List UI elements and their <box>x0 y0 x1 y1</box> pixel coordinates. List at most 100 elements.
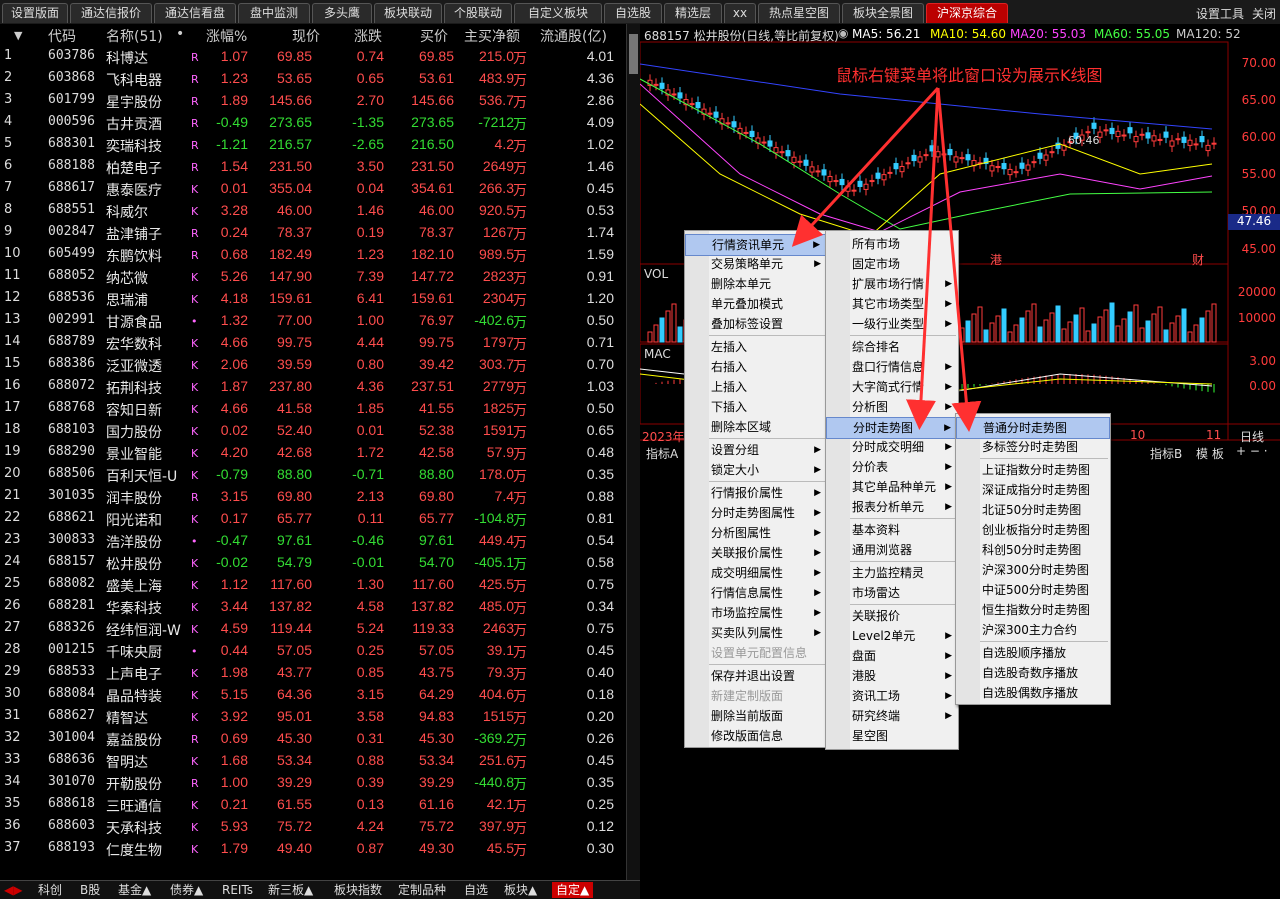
tab-intraday-monitor[interactable]: 盘中监测 <box>238 3 310 23</box>
zoom-controls[interactable]: + − · <box>1236 444 1268 458</box>
menu3-item[interactable]: 中证500分时走势图 <box>956 580 1110 600</box>
btab-custom-product[interactable]: 定制品种 <box>398 882 446 898</box>
table-row[interactable]: 20 688506 百利天恒-U K -0.79 88.80 -0.71 88.80 178.0… <box>0 464 626 486</box>
table-row[interactable]: 30 688084 晶品特装 K 5.15 64.36 3.15 64.29 404.6 万 0.1… <box>0 684 626 706</box>
scroll-thumb[interactable] <box>629 34 638 74</box>
menu1-item[interactable]: 右插入 <box>685 357 827 377</box>
indicator-a-button[interactable]: 指标A <box>646 445 678 462</box>
col-code[interactable]: 代码 <box>48 26 76 46</box>
table-row[interactable]: 8 688551 科威尔 K 3.28 46.00 1.46 46.00 920.5 万 0.53 <box>0 200 626 222</box>
menu2-item[interactable]: 分价表 ▶ <box>826 457 958 477</box>
menu2-item[interactable]: 研究终端 ▶ <box>826 706 958 726</box>
menu1-item[interactable]: 删除当前版面 <box>685 706 827 726</box>
table-row[interactable]: 1 603786 科博达 R 1.07 69.85 0.74 69.85 215.0 万 4.01 <box>0 46 626 68</box>
col-net[interactable]: 主买净额 <box>464 26 520 46</box>
menu2-item[interactable]: 所有市场 <box>826 234 958 254</box>
menu1-item[interactable]: 单元叠加模式 <box>685 294 827 314</box>
menu2-item[interactable]: 基本资料 <box>826 520 958 540</box>
menu2-item[interactable]: 一级行业类型 ▶ <box>826 314 958 334</box>
table-row[interactable]: 9 002847 盐津铺子 R 0.24 78.37 0.19 78.37 1267 万 1.74 <box>0 222 626 244</box>
menu1-item[interactable]: 下插入 <box>685 397 827 417</box>
menu1-item[interactable]: 新建定制版面 <box>685 686 827 706</box>
col-name[interactable]: 名称(51) <box>106 26 163 46</box>
btab-bshare[interactable]: B股 <box>80 882 100 898</box>
table-row[interactable]: 13 002991 甘源食品 • 1.32 77.00 1.00 76.97 -402.6 万 0.… <box>0 310 626 332</box>
menu1-item[interactable]: 删除本单元 <box>685 274 827 294</box>
menu1-item[interactable]: 设置单元配置信息 <box>685 643 827 663</box>
menu2-item[interactable]: 港股 ▶ <box>826 666 958 686</box>
col-float[interactable]: 流通股(亿) <box>540 26 607 46</box>
menu3-item[interactable]: 自选股顺序播放 <box>956 643 1110 663</box>
menu2-item[interactable]: 报表分析单元 ▶ <box>826 497 958 517</box>
menu1-item[interactable]: 左插入 <box>685 337 827 357</box>
table-row[interactable]: 17 688768 容知日新 K 4.66 41.58 1.85 41.55 1825 万 0.50 <box>0 398 626 420</box>
menu2-item[interactable]: 市场雷达 <box>826 583 958 603</box>
tab-sector-link[interactable]: 板块联动 <box>374 3 442 23</box>
table-row[interactable]: 4 000596 古井贡酒 R -0.49 273.65 -1.35 273.65 -7212 万… <box>0 112 626 134</box>
table-row[interactable]: 19 688290 景业智能 K 4.20 42.68 1.72 42.58 57.9 万 0.48 <box>0 442 626 464</box>
table-row[interactable]: 16 688072 拓荆科技 K 1.87 237.80 4.36 237.51 2779 万 1.… <box>0 376 626 398</box>
menu3-item[interactable]: 恒生指数分时走势图 <box>956 600 1110 620</box>
menu1-item[interactable]: 锁定大小 ▶ <box>685 460 827 480</box>
btab-bond[interactable]: 债券▲ <box>170 882 203 898</box>
table-row[interactable]: 26 688281 华秦科技 K 3.44 137.82 4.58 137.82 485.0 万 0… <box>0 596 626 618</box>
table-row[interactable]: 11 688052 纳芯微 K 5.26 147.90 7.39 147.72 2823 万 0.9… <box>0 266 626 288</box>
menu2-item[interactable]: 分时成交明细 ▶ <box>826 437 958 457</box>
table-scrollbar[interactable] <box>626 24 640 880</box>
table-row[interactable]: 35 688618 三旺通信 K 0.21 61.55 0.13 61.16 42.1 万 0.25 <box>0 794 626 816</box>
table-row[interactable]: 22 688621 阳光诺和 K 0.17 65.77 0.11 65.77 -104.8 万 0.… <box>0 508 626 530</box>
menu2-item[interactable]: 盘口行情信息 ▶ <box>826 357 958 377</box>
table-row[interactable]: 34 301070 开勒股份 R 1.00 39.29 0.39 39.29 -440.8 万 0.… <box>0 772 626 794</box>
menu3-item[interactable]: 沪深300分时走势图 <box>956 560 1110 580</box>
btab-custom[interactable]: 自定▲ <box>552 882 594 898</box>
menu2-item[interactable]: 其它单品种单元 ▶ <box>826 477 958 497</box>
table-row[interactable]: 6 688188 柏楚电子 R 1.54 231.50 3.50 231.50 2649 万 1.4… <box>0 156 626 178</box>
menu1-item[interactable]: 市场监控属性 ▶ <box>685 603 827 623</box>
indicator-b-button[interactable]: 指标B <box>1150 445 1182 462</box>
btab-star[interactable]: 科创 <box>38 882 62 898</box>
col-buy[interactable]: 买价 <box>420 26 448 46</box>
settings-tool-button[interactable]: 设置工具 <box>1196 5 1244 22</box>
menu3-item[interactable]: 北证50分时走势图 <box>956 500 1110 520</box>
table-row[interactable]: 2 603868 飞科电器 R 1.23 53.65 0.65 53.61 483.9 万 4.36 <box>0 68 626 90</box>
menu1-item[interactable]: 交易策略单元 ▶ <box>685 254 827 274</box>
col-price[interactable]: 现价 <box>292 26 320 46</box>
tab-custom-sector[interactable]: 自定义板块 <box>514 3 602 23</box>
menu1-item[interactable]: 删除本区域 <box>685 417 827 437</box>
table-row[interactable]: 25 688082 盛美上海 K 1.12 117.60 1.30 117.60 425.5 万 0… <box>0 574 626 596</box>
menu1-item[interactable]: 关联报价属性 ▶ <box>685 543 827 563</box>
btab-sector[interactable]: 板块▲ <box>504 882 537 898</box>
col-pct[interactable]: 涨幅% <box>206 26 247 46</box>
table-row[interactable]: 21 301035 润丰股份 R 3.15 69.80 2.13 69.80 7.4 万 0.88 <box>0 486 626 508</box>
table-row[interactable]: 29 688533 上声电子 K 1.98 43.77 0.85 43.75 79.3 万 0.40 <box>0 662 626 684</box>
prev-tab-icon[interactable]: ◀▶ <box>4 882 22 898</box>
menu2-item[interactable]: 主力监控精灵 <box>826 563 958 583</box>
tab-hot-star-map[interactable]: 热点星空图 <box>758 3 840 23</box>
table-row[interactable]: 23 300833 浩洋股份 • -0.47 97.61 -0.46 97.61 449.4 万 0… <box>0 530 626 552</box>
table-row[interactable]: 37 688193 仁度生物 K 1.79 49.40 0.87 49.30 45.5 万 0.30 <box>0 838 626 860</box>
menu2-item[interactable]: 资讯工场 ▶ <box>826 686 958 706</box>
table-row[interactable]: 33 688636 智明达 K 1.68 53.34 0.88 53.34 251.6 万 0.45 <box>0 750 626 772</box>
table-row[interactable]: 10 605499 东鹏饮料 R 0.68 182.49 1.23 182.10 989.5 万 1… <box>0 244 626 266</box>
menu3-item[interactable]: 多标签分时走势图 <box>956 437 1110 457</box>
tab-bull-eagle[interactable]: 多头鹰 <box>312 3 372 23</box>
table-row[interactable]: 12 688536 思瑞浦 K 4.18 159.61 6.41 159.61 2304 万 1.2… <box>0 288 626 310</box>
tab-xx[interactable]: xx <box>724 3 756 23</box>
tab-stock-link[interactable]: 个股联动 <box>444 3 512 23</box>
menu3-item[interactable]: 科创50分时走势图 <box>956 540 1110 560</box>
menu1-item[interactable]: 分析图属性 ▶ <box>685 523 827 543</box>
btab-neeq[interactable]: 新三板▲ <box>268 882 313 898</box>
menu3-item[interactable]: 创业板指分时走势图 <box>956 520 1110 540</box>
tab-shsz-composite[interactable]: 沪深京综合 <box>926 3 1008 23</box>
menu2-item[interactable]: 分时走势图 ▶ <box>826 417 958 439</box>
btab-sector-index[interactable]: 板块指数 <box>334 882 382 898</box>
col-chg[interactable]: 涨跌 <box>354 26 382 46</box>
menu2-item[interactable]: Level2单元 ▶ <box>826 626 958 646</box>
menu3-item[interactable]: 深证成指分时走势图 <box>956 480 1110 500</box>
menu1-item[interactable]: 行情信息属性 ▶ <box>685 583 827 603</box>
menu2-item[interactable]: 固定市场 <box>826 254 958 274</box>
table-row[interactable]: 36 688603 天承科技 K 5.93 75.72 4.24 75.72 397.9 万 0.1… <box>0 816 626 838</box>
table-row[interactable]: 24 688157 松井股份 K -0.02 54.79 -0.01 54.70 -405.1 万… <box>0 552 626 574</box>
close-button[interactable]: 关闭 <box>1252 5 1276 22</box>
menu1-item[interactable]: 成交明细属性 ▶ <box>685 563 827 583</box>
